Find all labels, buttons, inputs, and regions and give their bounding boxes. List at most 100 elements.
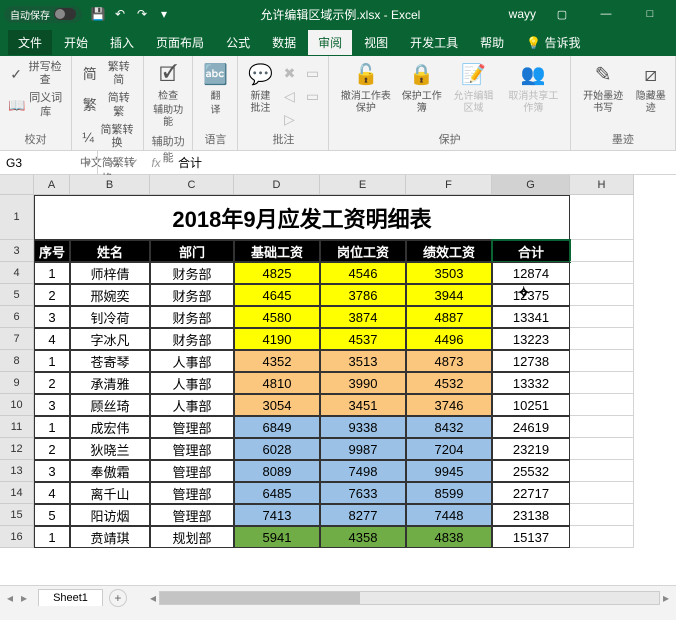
data-cell[interactable]: 4352: [234, 350, 320, 372]
select-all-corner[interactable]: [0, 175, 34, 195]
data-cell[interactable]: 管理部: [150, 416, 234, 438]
tab-formulas[interactable]: 公式: [216, 30, 260, 55]
data-cell[interactable]: 狄晓兰: [70, 438, 150, 460]
delete-comment-icon[interactable]: ✖: [279, 63, 299, 83]
add-sheet-button[interactable]: +: [109, 589, 127, 607]
header-cell[interactable]: 序号: [34, 240, 70, 262]
data-cell[interactable]: 25532: [492, 460, 570, 482]
data-cell[interactable]: 7204: [406, 438, 492, 460]
row-header-12[interactable]: 12: [0, 438, 34, 460]
cell-blank[interactable]: [570, 526, 634, 548]
data-cell[interactable]: 师梓倩: [70, 262, 150, 284]
translate-button[interactable]: 🔤 翻译: [199, 59, 231, 119]
thesaurus-button[interactable]: 📖同义词库: [6, 90, 65, 120]
data-cell[interactable]: 4546: [320, 262, 406, 284]
header-cell[interactable]: 岗位工资: [320, 240, 406, 262]
data-cell[interactable]: 人事部: [150, 350, 234, 372]
data-cell[interactable]: 12738: [492, 350, 570, 372]
header-cell[interactable]: 基础工资: [234, 240, 320, 262]
tab-data[interactable]: 数据: [262, 30, 306, 55]
data-cell[interactable]: 3: [34, 394, 70, 416]
data-cell[interactable]: 3054: [234, 394, 320, 416]
tab-file[interactable]: 文件: [8, 30, 52, 55]
new-comment-button[interactable]: 💬 新建批注: [244, 59, 276, 117]
data-cell[interactable]: 管理部: [150, 460, 234, 482]
data-cell[interactable]: 4190: [234, 328, 320, 350]
unshare-button[interactable]: 👥取消共享工作簿: [503, 59, 564, 117]
data-cell[interactable]: 4537: [320, 328, 406, 350]
col-header-C[interactable]: C: [150, 175, 234, 195]
data-cell[interactable]: 10251: [492, 394, 570, 416]
data-cell[interactable]: 3503: [406, 262, 492, 284]
spellcheck-button[interactable]: ✓拼写检查: [6, 59, 65, 89]
data-cell[interactable]: 13332: [492, 372, 570, 394]
autosave-toggle[interactable]: 自动保存: [4, 6, 82, 23]
save-icon[interactable]: 💾: [90, 6, 106, 22]
data-cell[interactable]: 顾丝琦: [70, 394, 150, 416]
data-cell[interactable]: 4532: [406, 372, 492, 394]
data-cell[interactable]: 3: [34, 306, 70, 328]
data-cell[interactable]: 3786: [320, 284, 406, 306]
data-cell[interactable]: 3451: [320, 394, 406, 416]
data-cell[interactable]: 4873: [406, 350, 492, 372]
data-cell[interactable]: 4358: [320, 526, 406, 548]
cancel-icon[interactable]: ✕: [102, 156, 122, 170]
col-header-B[interactable]: B: [70, 175, 150, 195]
data-cell[interactable]: 4887: [406, 306, 492, 328]
data-cell[interactable]: 离千山: [70, 482, 150, 504]
col-header-D[interactable]: D: [234, 175, 320, 195]
data-cell[interactable]: 财务部: [150, 328, 234, 350]
horizontal-scrollbar[interactable]: ◂ ▸: [147, 591, 672, 605]
data-cell[interactable]: 1: [34, 350, 70, 372]
data-cell[interactable]: 人事部: [150, 372, 234, 394]
prev-comment-icon[interactable]: ◁: [279, 86, 299, 106]
row-header-9[interactable]: 9: [0, 372, 34, 394]
data-cell[interactable]: 管理部: [150, 504, 234, 526]
ribbon-options-icon[interactable]: ▢: [544, 2, 580, 26]
data-cell[interactable]: 3513: [320, 350, 406, 372]
data-cell[interactable]: 9338: [320, 416, 406, 438]
cell-blank[interactable]: [570, 350, 634, 372]
data-cell[interactable]: 2: [34, 438, 70, 460]
data-cell[interactable]: 1: [34, 416, 70, 438]
start-ink-button[interactable]: ✎开始墨迹书写: [577, 59, 630, 117]
data-cell[interactable]: 承清雅: [70, 372, 150, 394]
data-cell[interactable]: 4: [34, 328, 70, 350]
show-comment-icon[interactable]: ▭: [302, 63, 322, 83]
data-cell[interactable]: 6849: [234, 416, 320, 438]
accessibility-button[interactable]: 🗹 检查辅助功能: [150, 59, 187, 131]
data-cell[interactable]: 23138: [492, 504, 570, 526]
row-header-1[interactable]: 1: [0, 195, 34, 240]
cell-blank[interactable]: [570, 262, 634, 284]
enter-icon[interactable]: ✓: [124, 156, 144, 170]
data-cell[interactable]: 字冰凡: [70, 328, 150, 350]
data-cell[interactable]: 阳访烟: [70, 504, 150, 526]
header-cell[interactable]: 合计: [492, 240, 570, 262]
header-cell[interactable]: 姓名: [70, 240, 150, 262]
data-cell[interactable]: 管理部: [150, 482, 234, 504]
cell-blank[interactable]: [570, 394, 634, 416]
minimize-icon[interactable]: —: [588, 2, 624, 26]
data-cell[interactable]: 8599: [406, 482, 492, 504]
row-header-4[interactable]: 4: [0, 262, 34, 284]
data-cell[interactable]: 1: [34, 262, 70, 284]
worksheet-grid[interactable]: ABCDEFGH 1345678910111213141516 2018年9月应…: [0, 175, 676, 585]
data-cell[interactable]: 4825: [234, 262, 320, 284]
data-cell[interactable]: 7448: [406, 504, 492, 526]
cell-blank[interactable]: [570, 460, 634, 482]
data-cell[interactable]: 15137: [492, 526, 570, 548]
data-cell[interactable]: 2: [34, 284, 70, 306]
data-cell[interactable]: 4496: [406, 328, 492, 350]
data-cell[interactable]: 7413: [234, 504, 320, 526]
tab-review[interactable]: 审阅: [308, 30, 352, 55]
row-header-7[interactable]: 7: [0, 328, 34, 350]
data-cell[interactable]: 8432: [406, 416, 492, 438]
row-header-3[interactable]: 3: [0, 240, 34, 262]
data-cell[interactable]: 成宏伟: [70, 416, 150, 438]
cell-blank[interactable]: [570, 438, 634, 460]
next-comment-icon[interactable]: ▷: [279, 109, 299, 129]
data-cell[interactable]: 9945: [406, 460, 492, 482]
data-cell[interactable]: 12874: [492, 262, 570, 284]
user-name[interactable]: wayy: [509, 7, 536, 21]
row-header-5[interactable]: 5: [0, 284, 34, 306]
